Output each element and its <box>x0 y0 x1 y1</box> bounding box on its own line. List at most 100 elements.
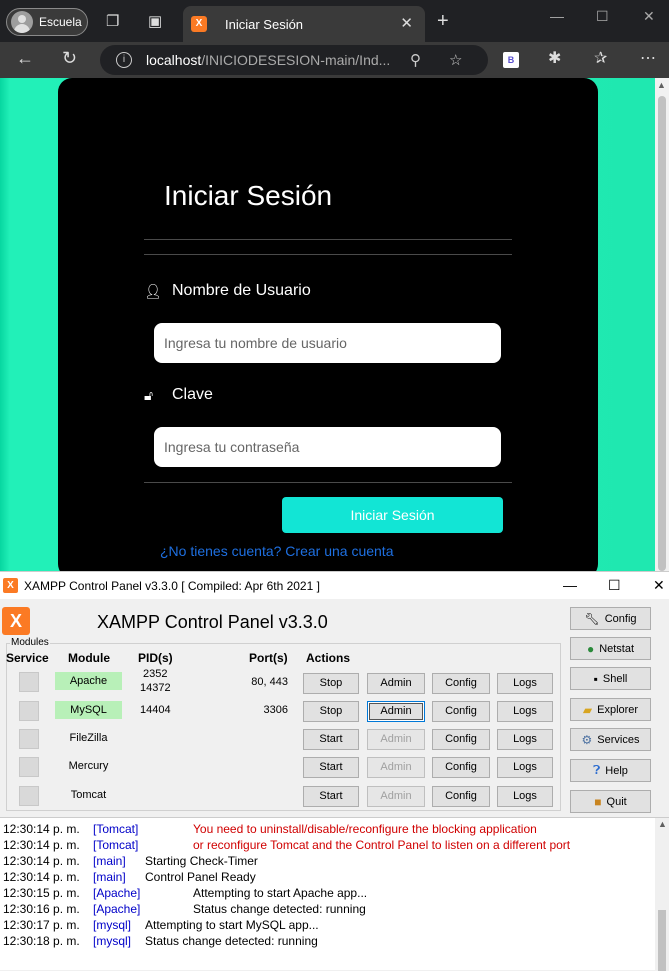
start-button[interactable]: Start <box>303 786 359 807</box>
service-checkbox[interactable] <box>19 729 39 749</box>
log-source: [main] <box>93 870 126 884</box>
service-checkbox[interactable] <box>19 672 39 692</box>
page-title: Iniciar Sesión <box>164 180 333 211</box>
username-label-text: Nombre de Usuario <box>172 282 311 299</box>
admin-button: Admin <box>367 729 425 750</box>
close-tab-icon[interactable]: ✕ <box>400 14 413 32</box>
url-field[interactable]: i localhost/INICIODESESION-main/Ind... ⚲… <box>100 45 488 75</box>
log-scrollbar[interactable]: ▲ <box>655 818 669 971</box>
side-label: Shell <box>602 672 628 685</box>
log-line: 12:30:14 p. m. [main] Starting Check-Timer <box>3 854 258 870</box>
site-info-icon[interactable]: i <box>116 52 132 68</box>
minimize-icon[interactable]: — <box>563 577 577 593</box>
log-line: 12:30:14 p. m. [Tomcat] or reconfigure Tom… <box>3 838 570 854</box>
help-button[interactable]: ❓︎ Help <box>570 759 651 782</box>
extensions-puzzle-icon[interactable]: ✱ <box>548 48 561 68</box>
stop-button[interactable]: Stop <box>303 673 359 694</box>
address-bar: ← ↻ i localhost/INICIODESESION-main/Ind.… <box>0 42 669 78</box>
terminal-icon: ▪ <box>593 671 598 686</box>
log-time: 12:30:15 p. m. <box>3 886 80 900</box>
log-panel[interactable]: 12:30:14 p. m. [Tomcat] You need to uninst… <box>0 817 669 971</box>
url-path: /INICIODESESION-main/Ind... <box>201 52 391 68</box>
tab-actions-icon[interactable]: ▣ <box>148 12 162 30</box>
start-button[interactable]: Start <box>303 729 359 750</box>
login-card: Iniciar Sesión 👤︎ Nombre de Usuario 🔓︎ C… <box>58 78 598 571</box>
ports: 3306 <box>263 704 288 716</box>
logs-button[interactable]: Logs <box>497 786 553 807</box>
log-time: 12:30:14 p. m. <box>3 838 80 852</box>
favorites-icon[interactable]: ✰ <box>594 48 607 68</box>
config-button[interactable]: Config <box>432 673 490 694</box>
close-window-icon[interactable]: ✕ <box>643 8 655 25</box>
user-icon: 👤︎ <box>144 282 162 299</box>
config-side-button[interactable]: 🔧︎ Config <box>570 607 651 630</box>
service-checkbox[interactable] <box>19 757 39 777</box>
scrollbar-thumb[interactable] <box>658 96 666 571</box>
explorer-button[interactable]: ▰ Explorer <box>570 698 651 721</box>
close-window-icon[interactable]: ✕ <box>653 577 665 594</box>
side-label: Netstat <box>599 642 635 655</box>
divider <box>144 239 512 240</box>
favorite-star-icon[interactable]: ☆ <box>449 51 462 69</box>
workspaces-icon[interactable]: ❐ <box>106 12 119 30</box>
xampp-header: XAMPP Control Panel v3.3.0 <box>97 612 328 632</box>
admin-button: Admin <box>367 786 425 807</box>
username-input[interactable] <box>154 323 501 363</box>
login-submit-button[interactable]: Iniciar Sesión <box>282 497 503 533</box>
netstat-button[interactable]: ● Netstat <box>570 637 651 660</box>
back-icon[interactable]: ← <box>16 48 34 69</box>
xampp-favicon-icon: X <box>191 16 207 32</box>
scroll-up-icon[interactable]: ▲ <box>658 819 667 829</box>
tab-iniciar-sesion[interactable]: X Iniciar Sesión ✕ <box>183 6 425 42</box>
admin-button[interactable]: Admin <box>367 673 425 694</box>
more-menu-icon[interactable]: ⋯ <box>640 48 656 68</box>
password-input[interactable] <box>154 427 501 467</box>
admin-button[interactable]: Admin <box>367 701 425 722</box>
maximize-icon[interactable]: ☐ <box>596 8 609 25</box>
start-button[interactable]: Start <box>303 757 359 778</box>
service-checkbox[interactable] <box>19 701 39 721</box>
scroll-up-icon[interactable]: ▲ <box>657 80 666 90</box>
shell-button[interactable]: ▪ Shell <box>570 667 651 690</box>
wrench-icon: 🔧︎ <box>584 611 600 626</box>
logs-button[interactable]: Logs <box>497 701 553 722</box>
password-label-text: Clave <box>172 386 213 403</box>
quit-button[interactable]: ■ Quit <box>570 790 651 813</box>
scrollbar-thumb[interactable] <box>658 910 666 971</box>
config-button[interactable]: Config <box>432 729 490 750</box>
xampp-window: X XAMPP Control Panel v3.3.0 [ Compiled:… <box>0 571 669 971</box>
profile-button[interactable]: Escuela <box>6 8 88 36</box>
logs-button[interactable]: Logs <box>497 757 553 778</box>
maximize-icon[interactable]: ☐ <box>608 577 621 594</box>
divider <box>144 254 512 255</box>
service-checkbox[interactable] <box>19 786 39 806</box>
config-button[interactable]: Config <box>432 701 490 722</box>
minimize-icon[interactable]: — <box>550 8 564 24</box>
log-message: or reconfigure Tomcat and the Control Pa… <box>193 838 571 852</box>
page-scrollbar[interactable]: ▲ <box>655 78 669 571</box>
side-label: Help <box>605 764 628 777</box>
stop-button[interactable]: Stop <box>303 701 359 722</box>
col-actions: Actions <box>306 651 351 665</box>
zoom-icon[interactable]: ⚲ <box>410 51 421 69</box>
logs-button[interactable]: Logs <box>497 673 553 694</box>
logs-button[interactable]: Logs <box>497 729 553 750</box>
module-name: Apache <box>55 672 122 690</box>
register-link[interactable]: ¿No tienes cuenta? Crear una cuenta <box>160 543 393 559</box>
config-button[interactable]: Config <box>432 786 490 807</box>
url-host: localhost <box>146 52 202 68</box>
folder-icon: ▰ <box>582 702 593 717</box>
module-name: FileZilla <box>69 732 108 744</box>
side-label: Explorer <box>597 703 639 716</box>
ports: 80, 443 <box>251 676 288 688</box>
extension-icon[interactable]: B <box>503 52 519 68</box>
reload-icon[interactable]: ↻ <box>62 48 77 69</box>
pid: 2352 <box>143 668 168 680</box>
log-source: [Tomcat] <box>93 822 139 836</box>
config-button[interactable]: Config <box>432 757 490 778</box>
new-tab-icon[interactable]: + <box>437 10 449 33</box>
quit-icon: ■ <box>594 794 602 809</box>
username-label: 👤︎ Nombre de Usuario <box>144 282 311 300</box>
log-message: Attempting to start MySQL app... <box>145 918 319 932</box>
services-button[interactable]: ⚙ Services <box>570 728 651 751</box>
